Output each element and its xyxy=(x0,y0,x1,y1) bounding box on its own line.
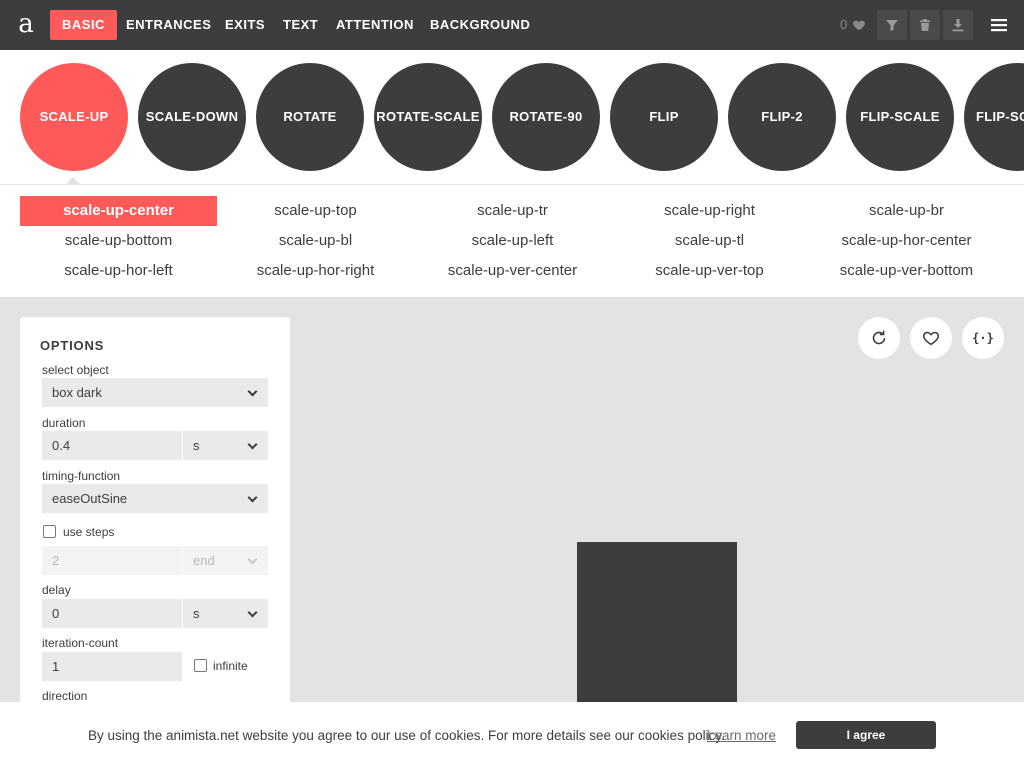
variant-item[interactable]: scale-up-hor-left xyxy=(20,256,217,286)
variant-item[interactable]: scale-up-tr xyxy=(414,196,611,226)
animation-rotate-scale[interactable]: ROTATE-SCALE xyxy=(374,63,482,171)
duration-unit: s xyxy=(193,438,200,453)
variant-item[interactable]: scale-up-ver-top xyxy=(611,256,808,286)
iteration-count-value: 1 xyxy=(52,659,60,674)
delay-label: delay xyxy=(42,583,71,597)
animation-scale-up[interactable]: SCALE-UP xyxy=(20,63,128,171)
timing-function-label: timing-function xyxy=(42,469,121,483)
tab-attention[interactable]: ATTENTION xyxy=(324,10,426,40)
selection-caret xyxy=(65,177,81,185)
variant-item[interactable]: scale-up-center xyxy=(20,196,217,226)
delay-unit-select[interactable]: s xyxy=(183,599,268,628)
logo[interactable]: a xyxy=(14,6,38,42)
animation-flip[interactable]: FLIP xyxy=(610,63,718,171)
code-button[interactable]: {·} xyxy=(962,317,1004,359)
chevron-down-icon xyxy=(247,607,258,618)
delay-value: 0 xyxy=(52,606,60,621)
menu-icon[interactable] xyxy=(988,14,1010,36)
steps-position: end xyxy=(193,553,215,568)
delay-unit: s xyxy=(193,606,200,621)
tab-text[interactable]: TEXT xyxy=(271,10,330,40)
timing-function-value: easeOutSine xyxy=(52,491,128,506)
steps-input[interactable]: 2 xyxy=(42,546,182,575)
animation-list: SCALE-UP SCALE-DOWN ROTATE ROTATE-SCALE … xyxy=(0,50,1024,184)
filter-icon xyxy=(886,20,898,31)
variant-list: scale-up-center scale-up-top scale-up-tr… xyxy=(0,184,1024,297)
variant-item[interactable]: scale-up-ver-center xyxy=(414,256,611,286)
preview-box xyxy=(577,542,737,717)
favorite-button[interactable] xyxy=(910,317,952,359)
steps-value: 2 xyxy=(52,553,60,568)
top-bar: a BASIC ENTRANCES EXITS TEXT ATTENTION B… xyxy=(0,0,1024,50)
duration-label: duration xyxy=(42,416,86,430)
use-steps-label: use steps xyxy=(63,525,115,539)
iteration-count-label: iteration-count xyxy=(42,636,119,650)
chevron-down-icon xyxy=(247,386,258,397)
variant-item[interactable]: scale-up-bl xyxy=(217,226,414,256)
code-icon: {·} xyxy=(972,331,994,345)
steps-position-select[interactable]: end xyxy=(183,546,268,575)
tab-exits[interactable]: EXITS xyxy=(213,10,277,40)
use-steps-checkbox[interactable] xyxy=(43,525,56,538)
select-object-label: select object xyxy=(42,363,109,377)
timing-function-dropdown[interactable]: easeOutSine xyxy=(42,484,268,513)
select-object-value: box dark xyxy=(52,385,102,400)
variant-item[interactable]: scale-up-hor-center xyxy=(808,226,1005,256)
chevron-down-icon xyxy=(247,554,258,565)
variant-item[interactable]: scale-up-left xyxy=(414,226,611,256)
variant-item[interactable]: scale-up-right xyxy=(611,196,808,226)
animation-scale-down[interactable]: SCALE-DOWN xyxy=(138,63,246,171)
variant-item[interactable]: scale-up-tl xyxy=(611,226,808,256)
heart-icon xyxy=(922,331,940,346)
favorites-count[interactable]: 0 xyxy=(840,17,847,32)
trash-icon xyxy=(920,19,930,31)
animation-flip-2[interactable]: FLIP-2 xyxy=(728,63,836,171)
variant-item[interactable]: scale-up-top xyxy=(217,196,414,226)
variant-item[interactable]: scale-up-bottom xyxy=(20,226,217,256)
variant-item[interactable]: scale-up-hor-right xyxy=(217,256,414,286)
infinite-checkbox[interactable] xyxy=(194,659,207,672)
options-panel: OPTIONS select object box dark duration … xyxy=(20,317,290,717)
cookie-banner: By using the animista.net website you ag… xyxy=(0,702,1024,768)
chevron-down-icon xyxy=(247,492,258,503)
download-button[interactable] xyxy=(943,10,973,40)
delay-input[interactable]: 0 xyxy=(42,599,182,628)
replay-icon xyxy=(872,330,886,345)
select-object-dropdown[interactable]: box dark xyxy=(42,378,268,407)
animation-flip-scale-partial[interactable]: FLIP-SC xyxy=(964,63,1024,171)
tab-entrances[interactable]: ENTRANCES xyxy=(114,10,223,40)
variant-item[interactable]: scale-up-ver-bottom xyxy=(808,256,1005,286)
heart-icon[interactable] xyxy=(852,18,866,32)
options-title: OPTIONS xyxy=(40,338,105,353)
animation-rotate-90[interactable]: ROTATE-90 xyxy=(492,63,600,171)
infinite-label: infinite xyxy=(213,659,248,673)
download-icon xyxy=(952,19,964,32)
direction-label: direction xyxy=(42,689,88,703)
filter-button[interactable] xyxy=(877,10,907,40)
trash-button[interactable] xyxy=(910,10,940,40)
duration-unit-select[interactable]: s xyxy=(183,431,268,460)
animation-rotate[interactable]: ROTATE xyxy=(256,63,364,171)
variant-item[interactable]: scale-up-br xyxy=(808,196,1005,226)
tab-background[interactable]: BACKGROUND xyxy=(418,10,542,40)
learn-more-link[interactable]: Learn more xyxy=(707,728,776,743)
cookie-message: By using the animista.net website you ag… xyxy=(88,728,725,743)
tab-basic[interactable]: BASIC xyxy=(50,10,117,40)
duration-input[interactable]: 0.4 xyxy=(42,431,182,460)
replay-button[interactable] xyxy=(858,317,900,359)
duration-value: 0.4 xyxy=(52,438,71,453)
agree-button[interactable]: I agree xyxy=(796,721,936,749)
iteration-count-input[interactable]: 1 xyxy=(42,652,182,681)
animation-flip-scale[interactable]: FLIP-SCALE xyxy=(846,63,954,171)
chevron-down-icon xyxy=(247,439,258,450)
